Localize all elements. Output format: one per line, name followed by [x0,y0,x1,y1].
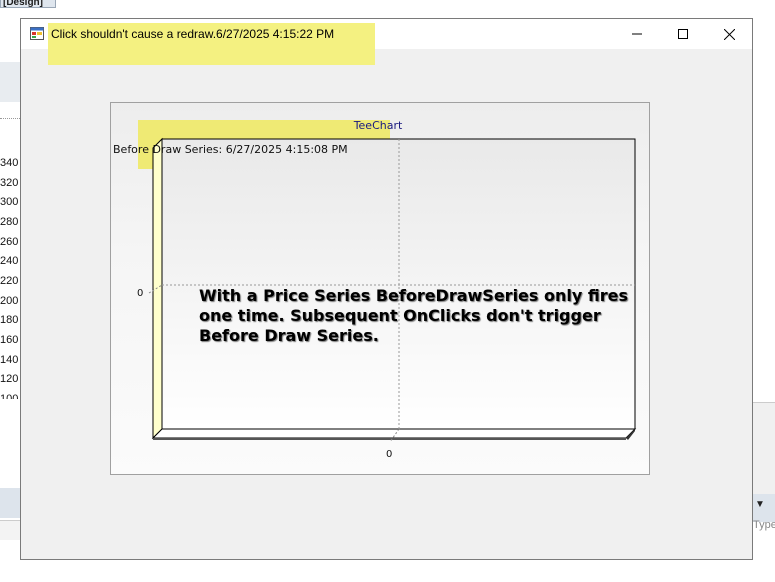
ide-right-panel [753,402,775,502]
ide-axis-number: 100 [0,393,18,399]
ide-divider [0,118,20,119]
ide-left-bottom-band [0,488,20,518]
annotation-line: Before Draw Series. [199,326,379,345]
ide-design-tab[interactable]: [Design] [0,0,56,8]
ide-background-top [0,0,775,10]
ide-axis-number: 240 [0,255,19,267]
annotation-line: With a Price Series BeforeDrawSeries onl… [199,286,628,305]
minimize-icon [632,33,642,35]
ide-left-band [0,62,20,102]
close-button[interactable] [706,19,752,49]
minimize-button[interactable] [614,19,660,49]
before-draw-series-label: Before Draw Series: 6/27/2025 4:15:08 PM [113,143,348,156]
window-title: Click shouldn't cause a redraw.6/27/2025… [51,27,335,41]
ide-axis-number: 340 [0,157,19,169]
annotation-line: one time. Subsequent OnClicks don't trig… [199,306,601,325]
close-icon [723,28,735,40]
ide-axis-number: 180 [0,314,19,326]
ide-axis-number: 320 [0,177,19,189]
dropdown-arrow-icon[interactable]: ▼ [755,499,765,510]
ide-left-pane: 340 320 300 280 260 240 220 200 180 160 … [0,10,20,582]
ide-axis-number: 140 [0,354,19,366]
chart-title: TeeChart [353,119,403,132]
maximize-icon [678,29,688,39]
ide-axis-number: 300 [0,196,19,208]
ide-axis-number: 200 [0,295,19,307]
form-window: Click shouldn't cause a redraw.6/27/2025… [20,18,753,560]
ide-right-label: Type [753,519,775,531]
ide-axis-number: 220 [0,275,19,287]
title-bar[interactable]: Click shouldn't cause a redraw.6/27/2025… [21,19,752,65]
ide-axis-number: 120 [0,373,19,385]
ide-axis-number: 260 [0,236,19,248]
left-wall [152,137,163,440]
ide-right-pane: ▼ Type [753,10,775,582]
maximize-button[interactable] [660,19,706,49]
chart-annotation: With a Price Series BeforeDrawSeries onl… [199,286,659,346]
y-axis-tick-label: 0 [137,288,144,299]
app-form-icon [30,27,44,40]
bottom-wall-edge [153,438,626,440]
ide-axis-number: 160 [0,334,19,346]
x-axis-tick-label: 0 [386,449,393,460]
ide-left-bottom-band-2 [0,520,20,540]
ide-axis-number: 280 [0,216,19,228]
teechart-control[interactable]: TeeChart Before Draw Series: 6/27/2025 4… [110,102,650,475]
